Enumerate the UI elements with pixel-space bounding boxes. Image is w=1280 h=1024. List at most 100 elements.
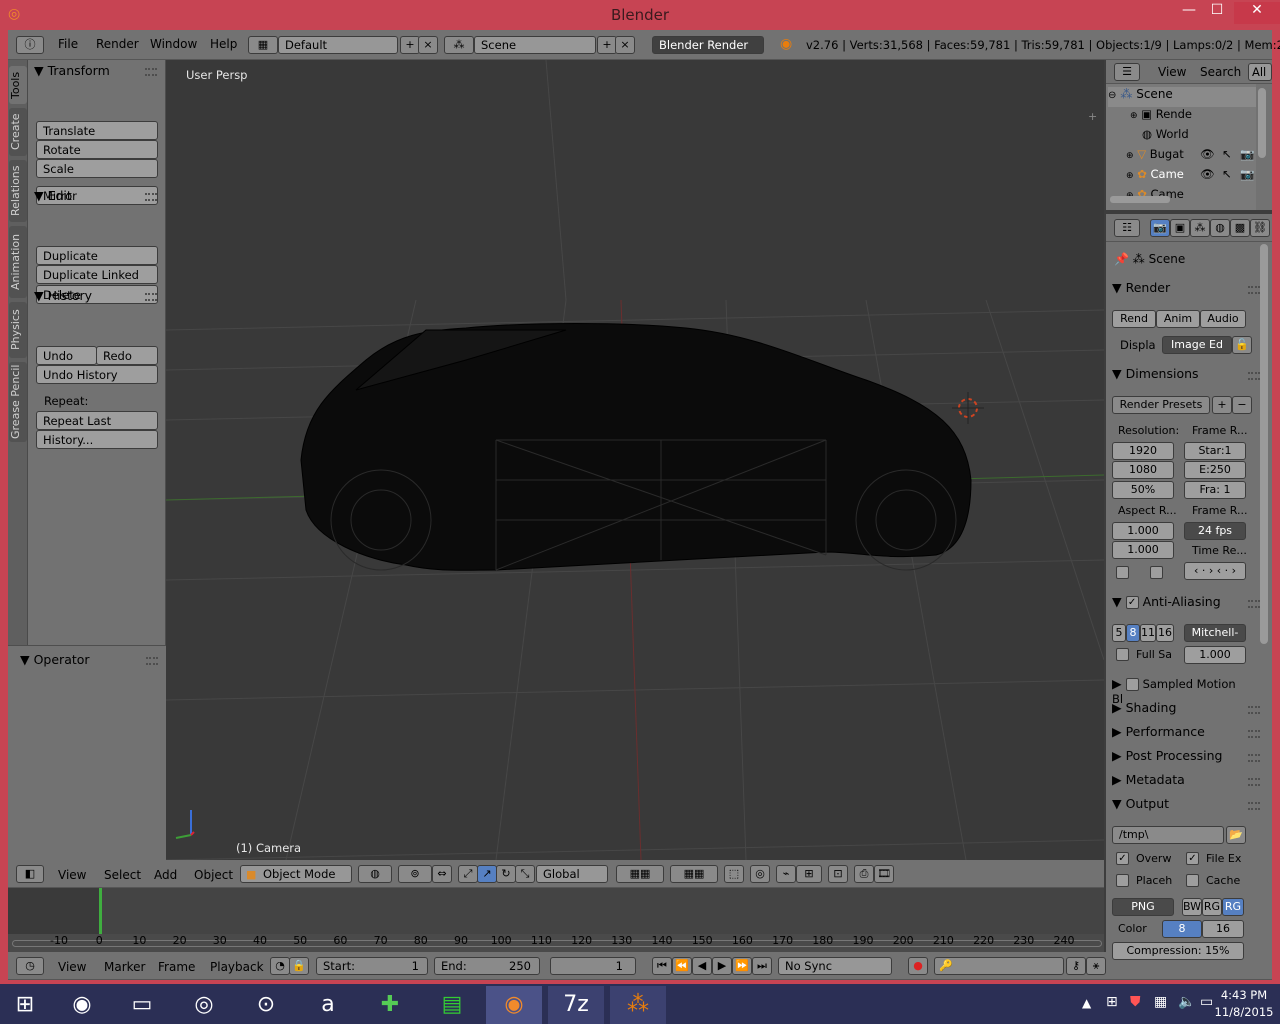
render-presets-select[interactable]: Render Presets [1112,396,1210,414]
end-frame-field[interactable]: End: 250 [434,957,540,975]
clock-date[interactable]: 11/8/2015 [1212,1005,1276,1019]
pin-icon[interactable]: 📌 [1114,252,1129,266]
panel-grip-icon[interactable] [145,193,157,201]
remove-layout-icon[interactable]: × [418,36,438,54]
visibility-eye-icon[interactable]: 👁 [1200,147,1215,161]
rotate-manipulator-icon[interactable]: ↻ [496,865,516,883]
render-audio-button[interactable]: Audio [1200,310,1246,328]
render-engine-select[interactable]: Blender Render [652,36,764,54]
metadata-panel-header[interactable]: ▶ Metadata [1112,772,1250,787]
file-extensions-checkbox[interactable]: ✓ [1186,852,1199,865]
scale-button[interactable]: Scale [36,159,158,178]
history-button[interactable]: History... [36,430,158,449]
browse-folder-icon[interactable]: 📂 [1226,826,1246,844]
anti-aliasing-checkbox[interactable]: ✓ [1125,596,1139,609]
display-select[interactable]: Image Ed [1162,336,1232,354]
render-panel-header[interactable]: ▼ Render [1112,280,1250,295]
edit-panel-header[interactable]: ▼ Edit [34,188,72,203]
color-rgba-button[interactable]: RG [1222,898,1244,916]
expand-icon[interactable]: ⊕ [1130,111,1138,121]
dimensions-panel-header[interactable]: ▼ Dimensions [1112,366,1250,381]
layout-select[interactable]: Default [278,36,398,54]
tab-animation[interactable]: Animation [9,226,27,298]
blender-taskbar-icon[interactable]: ◉ [486,986,542,1024]
3d-viewport[interactable]: User Persp (1) Camera + [166,60,1104,860]
outliner-h-scrollbar[interactable] [1110,196,1170,203]
network-app-icon[interactable]: ⁂ [610,986,666,1024]
properties-scrollbar[interactable] [1260,244,1268,644]
aa-samples-8[interactable]: 8 [1126,624,1140,642]
selectable-cursor-icon[interactable]: ↖ [1222,147,1232,161]
sync-select[interactable]: No Sync [778,957,892,975]
chrome-icon[interactable]: ◉ [54,986,110,1024]
visibility-eye-icon[interactable]: 👁 [1200,167,1215,181]
menu-render[interactable]: Render [96,37,139,51]
color-bw-button[interactable]: BW [1182,898,1202,916]
duplicate-button[interactable]: Duplicate [36,246,158,265]
play-icon[interactable]: ▶ [712,957,732,975]
performance-panel-header[interactable]: ▶ Performance [1112,724,1250,739]
outliner-v-scrollbar[interactable] [1258,88,1266,158]
lock-layers-icon[interactable]: ⬚ [724,865,744,883]
move-manipulator-icon[interactable]: ↗ [477,865,497,883]
preview-range-icon[interactable]: ◔ [270,957,290,975]
play-reverse-icon[interactable]: ◀ [692,957,712,975]
menu-select[interactable]: Select [104,868,141,882]
duplicate-linked-button[interactable]: Duplicate Linked [36,265,158,284]
jump-keyframe-forward-icon[interactable]: ⏩ [732,957,752,975]
tab-tools[interactable]: Tools [9,66,27,104]
mode-select[interactable]: Object Mode [240,865,352,883]
tab-relations[interactable]: Relations [9,160,27,222]
scene-context-icon[interactable]: ⁂ [1190,219,1210,237]
panel-grip-icon[interactable] [1248,286,1260,294]
transform-panel-header[interactable]: ▼ Transform [34,63,110,78]
current-frame-field[interactable]: 1 [550,957,636,975]
panel-grip-icon[interactable] [1248,372,1260,380]
insert-keyframe-icon[interactable]: ⚷ [1066,957,1086,975]
expand-icon[interactable]: ⊕ [1126,171,1134,181]
frame-start-field[interactable]: Star:1 [1184,442,1246,460]
close-button[interactable]: ✕ [1234,2,1280,24]
menu-view[interactable]: View [58,960,86,974]
delete-keyframe-icon[interactable]: ⚹ [1086,957,1106,975]
3d-cursor-icon[interactable] [952,392,984,424]
color-depth-8-button[interactable]: 8 [1162,920,1202,938]
editor-type-properties-icon[interactable]: ☷ [1114,219,1140,237]
snap-target-icon[interactable]: ⊡ [828,865,848,883]
render-context-icon[interactable]: 📷 [1150,219,1170,237]
rotate-button[interactable]: Rotate [36,140,158,159]
repeat-last-button[interactable]: Repeat Last [36,411,158,430]
frame-step-field[interactable]: Fra: 1 [1184,481,1246,499]
history-panel-header[interactable]: ▼ History [34,288,92,303]
shading-panel-header[interactable]: ▶ Shading [1112,700,1250,715]
start-windows-icon[interactable]: ⊞ [0,986,50,1024]
pivot-point-icon[interactable]: ⊚ [398,865,432,883]
scene-select[interactable]: Scene [474,36,596,54]
outliner-row[interactable]: ⊕ ▣ Rende [1130,107,1192,121]
aa-samples-16[interactable]: 16 [1156,624,1174,642]
outliner-row[interactable]: ⊖ ⁂ Scene [1108,87,1256,107]
translate-button[interactable]: Translate [36,121,158,140]
add-preset-icon[interactable]: + [1212,396,1232,414]
file-format-select[interactable]: PNG [1112,898,1174,916]
outliner-menu-view[interactable]: View [1158,65,1186,79]
panel-grip-icon[interactable] [1248,730,1260,738]
frame-end-field[interactable]: E:250 [1184,461,1246,479]
selectable-cursor-icon[interactable]: ↖ [1222,167,1232,181]
aspect-y-field[interactable]: 1.000 [1112,541,1174,559]
orientation-select[interactable]: Global [536,865,608,883]
outliner-row[interactable]: ⊕ ✿ Came 👁 ↖ 📷 [1126,167,1256,181]
editor-type-info-icon[interactable]: ⓘ [16,36,44,54]
render-animation-button[interactable]: Anim [1156,310,1200,328]
lock-interface-icon[interactable]: 🔓 [1232,336,1252,354]
panel-grip-icon[interactable] [1248,778,1260,786]
file-explorer-icon[interactable]: ▭ [114,986,170,1024]
motion-blur-checkbox[interactable] [1125,678,1139,691]
add-layout-icon[interactable]: + [400,36,420,54]
amazon-icon[interactable]: a [300,986,356,1024]
outliner-row[interactable]: ⊕ ▽ Bugat 👁 ↖ 📷 [1126,147,1256,161]
layers-grid-icon[interactable]: ▦▦ [616,865,664,883]
anti-aliasing-panel-header[interactable]: ▼ ✓ Anti-Aliasing [1112,594,1250,609]
post-processing-panel-header[interactable]: ▶ Post Processing [1112,748,1250,763]
menu-playback[interactable]: Playback [210,960,264,974]
